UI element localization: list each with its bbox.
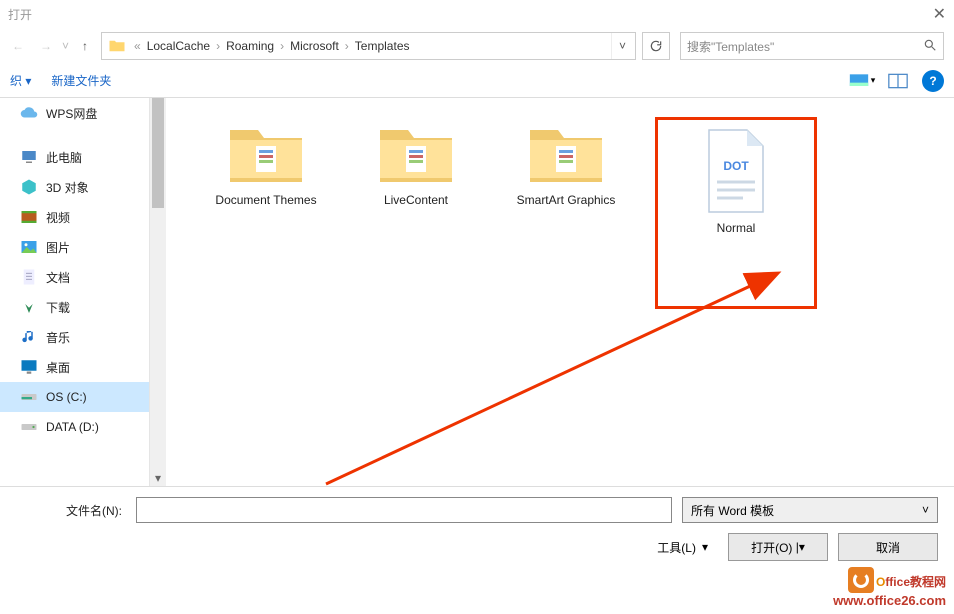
help-button[interactable]: ? <box>922 70 944 92</box>
item-label: LiveContent <box>384 192 448 209</box>
sidebar-label: 桌面 <box>46 359 70 376</box>
filename-input[interactable] <box>136 497 672 523</box>
address-dropdown-icon[interactable]: ˅ <box>611 33 633 59</box>
breadcrumb-prefix: « <box>130 39 145 53</box>
sidebar-item-3d[interactable]: 3D 对象 <box>0 172 149 202</box>
open-button[interactable]: 打开(O) |▾ <box>728 533 828 561</box>
drive-icon <box>20 418 38 436</box>
window-title: 打开 <box>8 6 933 23</box>
refresh-icon <box>649 39 663 53</box>
sidebar-item-thispc[interactable]: 此电脑 <box>0 142 149 172</box>
pc-icon <box>20 148 38 166</box>
sidebar-item-documents[interactable]: 文档 <box>0 262 149 292</box>
sidebar-label: 视频 <box>46 209 70 226</box>
breadcrumb-item[interactable]: Templates <box>353 37 412 55</box>
sidebar: WPS网盘 此电脑 3D 对象 视频 图片 文档 下载 音乐 <box>0 98 150 486</box>
video-icon <box>20 208 38 226</box>
title-bar: 打开 ✕ <box>0 0 954 28</box>
address-row: ← → ˅ ↑ « LocalCache › Roaming › Microso… <box>0 28 954 64</box>
cloud-icon <box>20 104 38 122</box>
watermark: Office教程网 www.office26.com <box>833 565 946 610</box>
content-area[interactable]: Document Themes LiveContent SmartArt Gra… <box>166 98 954 486</box>
chevron-right-icon: › <box>276 39 288 53</box>
breadcrumb-item[interactable]: Roaming <box>224 37 276 55</box>
sidebar-scrollbar[interactable]: ▴ ▾ <box>150 98 166 486</box>
sidebar-item-pictures[interactable]: 图片 <box>0 232 149 262</box>
scroll-down-icon[interactable]: ▾ <box>150 470 166 486</box>
caret-down-icon: ▾ <box>702 540 708 554</box>
items-grid: Document Themes LiveContent SmartArt Gra… <box>176 118 944 308</box>
chevron-down-icon: ˅ <box>922 503 929 517</box>
drive-icon <box>20 388 38 406</box>
sidebar-label: 此电脑 <box>46 149 82 166</box>
forward-button[interactable]: → <box>34 34 58 58</box>
chevron-right-icon: › <box>212 39 224 53</box>
3d-icon <box>20 178 38 196</box>
sidebar-label: OS (C:) <box>46 390 87 404</box>
item-label: SmartArt Graphics <box>517 192 616 209</box>
filename-label: 文件名(N): <box>16 502 126 519</box>
cancel-button[interactable]: 取消 <box>838 533 938 561</box>
breadcrumb-item[interactable]: LocalCache <box>145 37 212 55</box>
chevron-right-icon: › <box>341 39 353 53</box>
folder-item[interactable]: SmartArt Graphics <box>506 118 626 209</box>
tools-button[interactable]: 工具(L)▾ <box>657 539 708 556</box>
sidebar-item-music[interactable]: 音乐 <box>0 322 149 352</box>
sidebar-label: WPS网盘 <box>46 105 97 122</box>
scrollbar-thumb[interactable] <box>152 98 164 208</box>
item-label: Document Themes <box>215 192 316 209</box>
folder-item[interactable]: Document Themes <box>206 118 326 209</box>
pictures-icon <box>20 238 38 256</box>
folder-item[interactable]: LiveContent <box>356 118 476 209</box>
docs-icon <box>20 268 38 286</box>
refresh-button[interactable] <box>642 32 670 60</box>
sidebar-item-os-c[interactable]: OS (C:) <box>0 382 149 412</box>
folder-icon <box>376 118 456 188</box>
sidebar-label: 音乐 <box>46 329 70 346</box>
close-icon[interactable]: ✕ <box>933 4 946 24</box>
svg-text:DOT: DOT <box>723 159 749 173</box>
view-mode-button[interactable]: ▾ <box>848 69 876 93</box>
file-item-highlighted[interactable]: DOT Normal <box>656 118 816 308</box>
sidebar-item-downloads[interactable]: 下载 <box>0 292 149 322</box>
breadcrumb-item[interactable]: Microsoft <box>288 37 341 55</box>
music-icon <box>20 328 38 346</box>
address-bar[interactable]: « LocalCache › Roaming › Microsoft › Tem… <box>101 32 636 60</box>
recent-dropdown-icon[interactable]: ˅ <box>62 39 69 53</box>
back-button[interactable]: ← <box>6 34 30 58</box>
dot-file-icon: DOT <box>701 126 771 216</box>
preview-pane-button[interactable] <box>884 69 912 93</box>
desktop-icon <box>20 358 38 376</box>
sidebar-label: 3D 对象 <box>46 179 89 196</box>
new-folder-button[interactable]: 新建文件夹 <box>41 72 121 89</box>
search-input[interactable]: 搜索"Templates" <box>680 32 944 60</box>
search-icon <box>923 38 937 55</box>
body: WPS网盘 此电脑 3D 对象 视频 图片 文档 下载 音乐 <box>0 98 954 486</box>
item-label: Normal <box>717 220 756 237</box>
file-type-filter[interactable]: 所有 Word 模板 ˅ <box>682 497 938 523</box>
sidebar-item-videos[interactable]: 视频 <box>0 202 149 232</box>
watermark-logo-icon <box>848 567 874 593</box>
sidebar-label: 图片 <box>46 239 70 256</box>
sidebar-label: 下载 <box>46 299 70 316</box>
sidebar-item-data-d[interactable]: DATA (D:) <box>0 412 149 442</box>
sidebar-label: 文档 <box>46 269 70 286</box>
organize-button[interactable]: 织 ▾ <box>0 72 41 89</box>
search-placeholder: 搜索"Templates" <box>687 38 774 55</box>
filter-label: 所有 Word 模板 <box>691 502 774 519</box>
download-icon <box>20 298 38 316</box>
sidebar-label: DATA (D:) <box>46 420 99 434</box>
up-button[interactable]: ↑ <box>73 34 97 58</box>
folder-icon <box>526 118 606 188</box>
folder-icon <box>108 37 126 55</box>
folder-icon <box>226 118 306 188</box>
toolbar: 织 ▾ 新建文件夹 ▾ ? <box>0 64 954 98</box>
bottom-panel: 文件名(N): 所有 Word 模板 ˅ 工具(L)▾ 打开(O) |▾ 取消 <box>0 486 954 577</box>
sidebar-item-wps[interactable]: WPS网盘 <box>0 98 149 128</box>
sidebar-item-desktop[interactable]: 桌面 <box>0 352 149 382</box>
